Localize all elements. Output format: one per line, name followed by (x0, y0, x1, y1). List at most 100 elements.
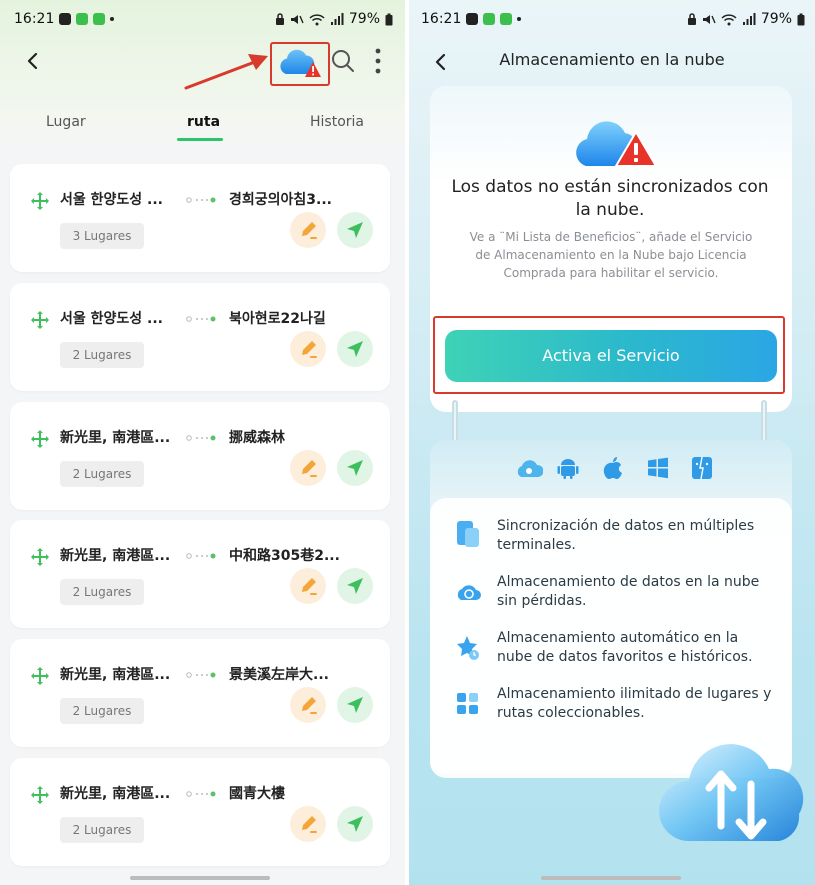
edit-route-button[interactable] (290, 568, 326, 604)
battery-level: 79% (348, 11, 380, 27)
route-card[interactable]: 新光里, 南港區... 中和路305巷2... 2 Lugares (10, 520, 390, 628)
apple-icon (603, 457, 622, 479)
mute-icon (290, 14, 304, 24)
pencil-icon (302, 341, 317, 358)
route-destination: 國青大樓 (229, 786, 285, 802)
tab-ruta[interactable]: ruta (187, 114, 220, 130)
route-connector (186, 316, 216, 322)
wifi-icon (721, 13, 737, 25)
signal-icon (742, 12, 756, 25)
navigate-route-button[interactable] (337, 687, 373, 723)
edit-route-button[interactable] (290, 212, 326, 248)
pencil-icon (302, 460, 317, 477)
warning-icon (615, 131, 657, 167)
platform-icons-row (513, 456, 713, 480)
route-connector (186, 197, 216, 203)
cloud-storage-icon (457, 585, 481, 600)
cloud-warning-icon (280, 49, 321, 77)
right-phone-screen: 16:21 79% Almacenamiento en la nube Los … (409, 0, 815, 885)
route-card[interactable]: 新光里, 南港區... 景美溪左岸大... 2 Lugares (10, 639, 390, 747)
send-arrow-icon (347, 341, 363, 357)
navigate-route-button[interactable] (337, 450, 373, 486)
signal-icon (330, 12, 344, 25)
drag-move-icon[interactable] (30, 310, 50, 330)
navigate-route-button[interactable] (337, 212, 373, 248)
active-tab-indicator (177, 138, 223, 141)
battery-icon (385, 13, 393, 25)
drag-move-icon[interactable] (30, 785, 50, 805)
cloud-icon (517, 460, 543, 477)
route-connector (186, 672, 216, 678)
android-icon (557, 459, 579, 479)
app-notification-icon (500, 13, 513, 25)
edit-route-button[interactable] (290, 331, 326, 367)
drag-move-icon[interactable] (30, 547, 50, 567)
edit-route-button[interactable] (290, 450, 326, 486)
route-card[interactable]: 新光里, 南港區... 挪威森林 2 Lugares (10, 402, 390, 510)
lock-icon (687, 12, 696, 25)
route-destination: 挪威森林 (229, 430, 285, 446)
send-arrow-icon (347, 816, 363, 832)
pencil-icon (302, 697, 317, 714)
app-notification-icon (93, 13, 106, 25)
tab-lugar[interactable]: Lugar (46, 114, 86, 130)
send-arrow-icon (347, 460, 363, 476)
battery-level: 79% (760, 11, 792, 27)
more-notifications-icon (517, 17, 522, 21)
sync-status-description: Ve a ¨Mi Lista de Beneficios¨, añade el … (469, 230, 753, 280)
pencil-icon (302, 222, 317, 239)
navigate-route-button[interactable] (337, 806, 373, 842)
tab-historia[interactable]: Historia (310, 114, 364, 130)
battery-icon (797, 13, 805, 25)
left-phone-screen: 16:21 79% Lugar ruta Historia 서울 한양도성 ..… (0, 0, 405, 885)
search-icon[interactable] (330, 48, 356, 74)
back-arrow-icon[interactable] (22, 50, 44, 72)
navigate-route-button[interactable] (337, 331, 373, 367)
edit-route-button[interactable] (290, 687, 326, 723)
status-bar: 16:21 79% (0, 0, 405, 38)
route-origin: 서울 한양도성 ... (60, 192, 163, 208)
more-options-icon[interactable] (370, 46, 386, 76)
places-count-badge: 3 Lugares (60, 223, 144, 249)
activate-service-button[interactable]: Activa el Servicio (445, 330, 777, 382)
route-origin: 新光里, 南港區... (60, 548, 171, 564)
places-count-badge: 2 Lugares (60, 817, 144, 843)
status-time: 16:21 (14, 11, 55, 27)
feature-item: Sincronización de datos en múltiples ter… (497, 518, 755, 553)
route-card[interactable]: 新光里, 南港區... 國青大樓 2 Lugares (10, 758, 390, 866)
star-favorite-icon (457, 636, 479, 660)
pencil-icon (302, 816, 317, 833)
gallery-notification-icon (466, 13, 479, 25)
status-time: 16:21 (421, 11, 462, 27)
send-arrow-icon (347, 578, 363, 594)
edit-route-button[interactable] (290, 806, 326, 842)
route-card[interactable]: 서울 한양도성 ... 경희궁의아침3... 3 Lugares (10, 164, 390, 272)
windows-icon (648, 457, 668, 479)
annotation-arrow (184, 54, 268, 90)
cloud-transfer-illustration (659, 744, 804, 841)
status-bar: 16:21 79% (409, 0, 815, 38)
finder-icon (692, 456, 712, 480)
route-connector (186, 791, 216, 797)
route-destination: 북아현로22나길 (229, 311, 326, 327)
more-notifications-icon (110, 17, 115, 21)
places-count-badge: 2 Lugares (60, 698, 144, 724)
devices-sync-icon (457, 521, 479, 547)
home-indicator[interactable] (541, 876, 681, 880)
tab-bar: Lugar ruta Historia (0, 108, 405, 144)
route-destination: 景美溪左岸大... (229, 667, 329, 683)
drag-move-icon[interactable] (30, 191, 50, 211)
navigate-route-button[interactable] (337, 568, 373, 604)
places-count-badge: 2 Lugares (60, 579, 144, 605)
route-card[interactable]: 서울 한양도성 ... 북아현로22나길 2 Lugares (10, 283, 390, 391)
feature-item: Almacenamiento de datos en la nube sin p… (497, 574, 760, 609)
drag-move-icon[interactable] (30, 666, 50, 686)
cloud-sync-warning-button[interactable] (270, 42, 330, 86)
route-destination: 경희궁의아침3... (229, 192, 332, 208)
mute-icon (702, 14, 716, 24)
home-indicator[interactable] (130, 876, 270, 880)
send-arrow-icon (347, 222, 363, 238)
places-count-badge: 2 Lugares (60, 461, 144, 487)
app-notification-icon (483, 13, 496, 25)
drag-move-icon[interactable] (30, 429, 50, 449)
